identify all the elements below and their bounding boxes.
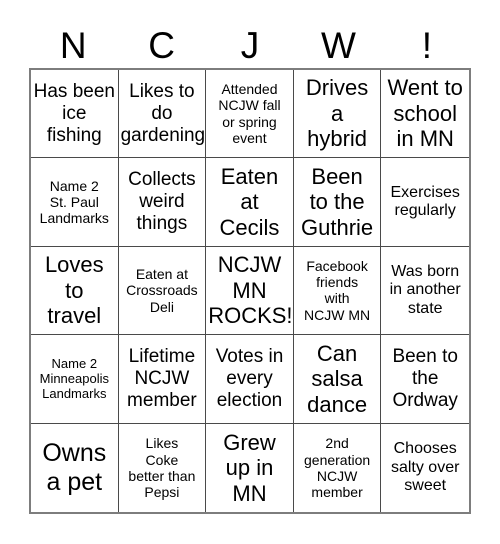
bingo-cell[interactable]: Name 2 St. Paul Landmarks (31, 158, 119, 247)
bingo-header-row: N C J W ! (29, 22, 471, 68)
bingo-cell[interactable]: Likes Coke better than Pepsi (118, 423, 207, 512)
bingo-cell-text: NCJW MN ROCKS! (208, 252, 293, 329)
bingo-cell[interactable]: Went to school in MN (381, 70, 469, 159)
bingo-cell-text: Been to the Guthrie (301, 163, 374, 240)
header-letter-4: W (320, 24, 356, 66)
bingo-cell-text: Eaten at Cecils (219, 163, 280, 240)
bingo-cell[interactable]: Votes in every election (206, 335, 294, 424)
bingo-cell[interactable]: Chooses salty over sweet (381, 423, 469, 512)
bingo-cell-text: Can salsa dance (307, 340, 368, 417)
bingo-cell[interactable]: Can salsa dance (293, 335, 382, 424)
bingo-cell-text: Has been ice fishing (33, 80, 115, 146)
bingo-cell[interactable]: Drives a hybrid (293, 70, 382, 159)
bingo-cell[interactable]: Eaten at Cecils (206, 158, 294, 247)
bingo-cell[interactable]: Been to the Ordway (381, 335, 469, 424)
bingo-cell-text: Chooses salty over sweet (390, 439, 460, 495)
bingo-cell[interactable]: Exercises regularly (381, 158, 469, 247)
bingo-cell[interactable]: Collects weird things (118, 158, 207, 247)
bingo-cell[interactable]: Facebook friends with NCJW MN (293, 246, 382, 336)
bingo-cell[interactable]: Loves to travel (31, 246, 119, 336)
bingo-cell-text: Lifetime NCJW member (127, 345, 197, 411)
bingo-cell[interactable]: Likes to do gardening (118, 70, 207, 159)
bingo-cell-text: 2nd generation NCJW member (304, 435, 371, 501)
bingo-cell-text: Was born in another state (389, 262, 461, 317)
header-letter-3: J (240, 24, 260, 66)
bingo-cell[interactable]: 2nd generation NCJW member (293, 423, 382, 512)
bingo-cell-text: Went to school in MN (387, 75, 463, 152)
bingo-cell-text: Votes in every election (215, 345, 284, 411)
bingo-cell[interactable]: Name 2 Minneapolis Landmarks (31, 335, 119, 424)
bingo-cell-text: Name 2 St. Paul Landmarks (39, 177, 109, 227)
bingo-cell-text: Grew up in MN (223, 429, 276, 506)
bingo-cell-text: Collects weird things (128, 169, 196, 235)
header-letter-2: C (148, 24, 175, 66)
bingo-cell-text: Eaten at Crossroads Deli (126, 266, 198, 315)
bingo-card: N C J W ! Has been ice fishing Likes to … (0, 0, 500, 544)
bingo-cell-text: Facebook friends with NCJW MN (304, 258, 371, 323)
bingo-cell-text: Been to the Ordway (392, 345, 458, 411)
bingo-cell[interactable]: Has been ice fishing (31, 70, 119, 159)
header-letter-5: ! (421, 24, 432, 66)
bingo-cell[interactable]: Been to the Guthrie (293, 158, 382, 247)
header-letter-1: N (59, 24, 87, 66)
bingo-cell[interactable]: Grew up in MN (206, 423, 294, 512)
bingo-cell[interactable]: Attended NCJW fall or spring event (206, 70, 294, 159)
bingo-cell-text: Likes to do gardening (120, 80, 206, 146)
bingo-cell-text: Owns a pet (42, 438, 107, 496)
bingo-cell[interactable]: NCJW MN ROCKS! (206, 246, 294, 336)
bingo-cell-text: Exercises regularly (390, 183, 460, 220)
bingo-cell-text: Attended NCJW fall or spring event (218, 81, 281, 146)
bingo-cell-text: Drives a hybrid (305, 75, 369, 152)
bingo-cell[interactable]: Eaten at Crossroads Deli (118, 246, 207, 336)
bingo-grid: Has been ice fishing Likes to do gardeni… (29, 68, 471, 514)
bingo-cell[interactable]: Owns a pet (31, 423, 119, 512)
bingo-cell[interactable]: Was born in another state (381, 246, 469, 336)
bingo-cell-text: Loves to travel (44, 252, 104, 329)
bingo-cell-text: Name 2 Minneapolis Landmarks (39, 356, 109, 402)
bingo-cell-text: Likes Coke better than Pepsi (128, 435, 196, 501)
bingo-cell[interactable]: Lifetime NCJW member (118, 335, 207, 424)
